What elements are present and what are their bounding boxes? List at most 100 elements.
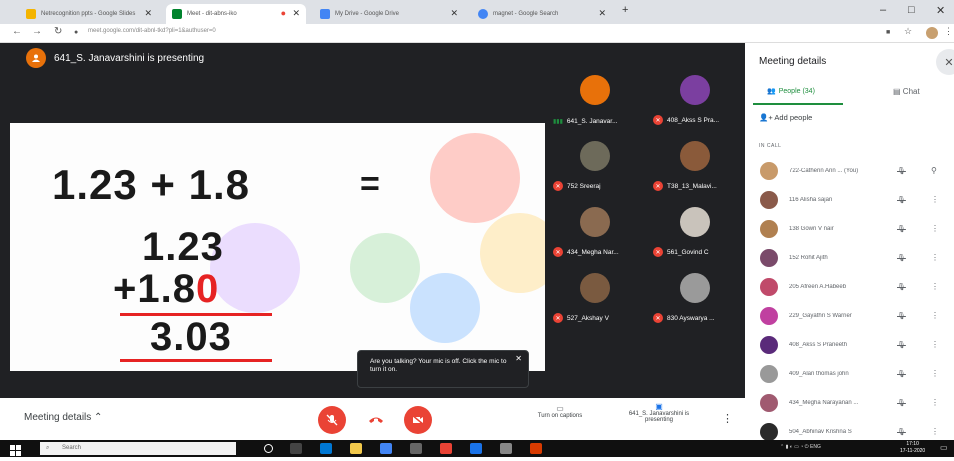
app-icon[interactable] — [500, 443, 512, 454]
bottom-control-bar: Meeting details ⌃ ▭ Turn on captions ▣ 6… — [0, 398, 745, 440]
mic-toggle-button[interactable] — [318, 406, 346, 434]
star-icon[interactable]: ☆ — [904, 26, 912, 37]
close-icon[interactable]: ✕ — [515, 355, 522, 363]
browser-tab-bar: Netrecognition ppts - Google Slides ✕ Me… — [0, 0, 954, 24]
person-avatar — [760, 422, 778, 441]
reload-icon[interactable]: ↻ — [54, 26, 62, 37]
camera-toggle-button[interactable] — [404, 406, 432, 434]
participant-name: 641_S. Janavar... — [566, 118, 618, 125]
back-icon[interactable]: ← — [12, 26, 22, 37]
more-options-icon[interactable]: ⋮ — [931, 369, 939, 378]
person-row[interactable]: 229_Gayathri S Warrier 🎙 ⋮ — [745, 301, 954, 330]
file-explorer-icon[interactable] — [350, 443, 362, 454]
tab-drive[interactable]: My Drive - Google Drive ✕ — [314, 4, 464, 24]
tab-meet[interactable]: Meet - dit-abns-iko ● ✕ — [166, 4, 306, 24]
person-row[interactable]: 408_Akss S Praneeth 🎙 ⋮ — [745, 330, 954, 359]
person-avatar — [760, 364, 778, 383]
person-avatar — [760, 393, 778, 412]
window-close-icon[interactable]: ✕ — [936, 4, 945, 17]
new-tab-button[interactable]: + — [622, 4, 628, 16]
notifications-icon[interactable]: ▭ — [940, 443, 948, 452]
clock[interactable]: 17:10 17-11-2020 — [900, 441, 925, 455]
add-people-button[interactable]: 👤+ Add people — [759, 113, 812, 122]
tab-label: Meet - dit-abns-iko — [187, 11, 237, 17]
person-row[interactable]: 116 Alisha sajan 🎙 ⋮ — [745, 185, 954, 214]
tab-slides[interactable]: Netrecognition ppts - Google Slides ✕ — [20, 4, 158, 24]
participant-tile[interactable]: ✕ 527_Akshay V — [545, 263, 645, 329]
powerpoint-icon[interactable] — [530, 443, 542, 454]
mic-off-icon: ✕ — [653, 115, 663, 125]
more-options-icon[interactable]: ⋮ — [931, 427, 939, 436]
meeting-details-button[interactable]: Meeting details ⌃ — [24, 412, 102, 423]
person-row[interactable]: 409_Alan thomas john 🎙 ⋮ — [745, 359, 954, 388]
more-options-icon[interactable]: ⋮ — [931, 253, 939, 262]
tab-google-search[interactable]: magnet - Google Search ✕ — [472, 4, 612, 24]
pin-icon[interactable]: ⚲ — [931, 166, 937, 175]
camera-icon[interactable]: ■ — [886, 29, 890, 36]
person-row[interactable]: 434_Megha Narayanan ... 🎙 ⋮ — [745, 388, 954, 417]
more-options-icon[interactable]: ⋮ — [931, 398, 939, 407]
task-view-icon[interactable] — [290, 443, 302, 454]
tooltip-text: Are you talking? Your mic is off. Click … — [370, 358, 507, 373]
person-name: 434_Megha Narayanan ... — [789, 399, 859, 406]
participant-tile[interactable]: ✕ 408_Akss S Pra... — [645, 65, 745, 131]
addend-2: +1.80 — [113, 267, 219, 312]
participant-tile[interactable]: ✕ 561_Govind C — [645, 197, 745, 263]
store-icon[interactable] — [410, 443, 422, 454]
minimize-icon[interactable]: – — [880, 4, 886, 16]
taskbar-search[interactable]: ⌕ Search — [40, 442, 236, 455]
person-row[interactable]: 205 Afreen A.Habeeb 🎙 ⋮ — [745, 272, 954, 301]
addend-2-digits: +1.8 — [113, 267, 196, 311]
url-field[interactable]: meet.google.com/dit-abnl-tkd?pli=1&authu… — [88, 28, 216, 34]
close-icon[interactable]: ✕ — [144, 8, 152, 19]
participant-tile[interactable]: ✕ 434_Megha Nar... — [545, 197, 645, 263]
presentation-slide: 1.23 + 1.8 = 1.23 +1.80 3.03 — [10, 123, 545, 371]
participant-label: ✕ 434_Megha Nar... — [553, 247, 619, 257]
person-row[interactable]: 138 Gowri V nair 🎙 ⋮ — [745, 214, 954, 243]
present-now-button[interactable]: ▣ 641_S. Janavarshini is presenting — [614, 402, 704, 423]
tab-chat[interactable]: ▤ Chat — [893, 87, 920, 96]
windows-start-icon[interactable] — [10, 443, 21, 461]
mic-off-icon: 🎙 — [897, 399, 906, 407]
office-icon[interactable] — [440, 443, 452, 454]
captions-button[interactable]: ▭ Turn on captions — [520, 404, 600, 419]
person-row[interactable]: 722-Catherin Ann ... (You) 🎙 ⚲ — [745, 156, 954, 185]
maximize-icon[interactable]: □ — [908, 4, 915, 16]
more-options-icon[interactable]: ⋮ — [931, 195, 939, 204]
person-avatar — [760, 335, 778, 354]
mic-off-icon — [326, 414, 338, 426]
tab-label: My Drive - Google Drive — [335, 11, 400, 17]
people-tab-label: People (34) — [778, 87, 815, 95]
more-options-icon[interactable]: ⋮ — [722, 412, 733, 425]
menu-kebab-icon[interactable]: ⋮ — [944, 26, 953, 37]
system-tray[interactable]: ⌃ ▮ ◐ ▭ ◔ ⏻ ENG — [780, 444, 821, 450]
mic-off-icon: 🎙 — [897, 167, 906, 175]
more-options-icon[interactable]: ⋮ — [931, 282, 939, 291]
mic-off-icon: ✕ — [553, 313, 563, 323]
mail-icon[interactable] — [470, 443, 482, 454]
person-row[interactable]: 152 Rohit Ajith 🎙 ⋮ — [745, 243, 954, 272]
mic-off-tooltip: Are you talking? Your mic is off. Click … — [357, 350, 529, 388]
close-panel-button[interactable]: ✕ — [936, 49, 954, 75]
participant-tile[interactable]: ✕ 752 Sreeraj — [545, 131, 645, 197]
leave-call-button[interactable] — [362, 406, 390, 434]
more-options-icon[interactable]: ⋮ — [931, 311, 939, 320]
tab-people[interactable]: 👥 People (34) — [767, 87, 815, 96]
mic-off-icon: ✕ — [553, 247, 563, 257]
cortana-icon[interactable] — [264, 444, 273, 453]
participant-tile[interactable]: ✕ 830 Ayswarya ... — [645, 263, 745, 329]
forward-icon[interactable]: → — [32, 26, 42, 37]
participant-tile[interactable]: ✕ T38_13_Malavi... — [645, 131, 745, 197]
more-options-icon[interactable]: ⋮ — [931, 224, 939, 233]
chrome-icon[interactable] — [380, 443, 392, 454]
mic-off-icon: ✕ — [653, 181, 663, 191]
participant-tile[interactable]: ▮▮▮ 641_S. Janavar... — [545, 65, 645, 131]
close-icon[interactable]: ✕ — [450, 8, 458, 19]
tab-label: magnet - Google Search — [493, 11, 559, 17]
close-icon[interactable]: ✕ — [292, 8, 300, 19]
person-name: 138 Gowri V nair — [789, 225, 834, 232]
profile-avatar[interactable] — [926, 27, 938, 39]
edge-icon[interactable] — [320, 443, 332, 454]
close-icon[interactable]: ✕ — [598, 8, 606, 19]
more-options-icon[interactable]: ⋮ — [931, 340, 939, 349]
